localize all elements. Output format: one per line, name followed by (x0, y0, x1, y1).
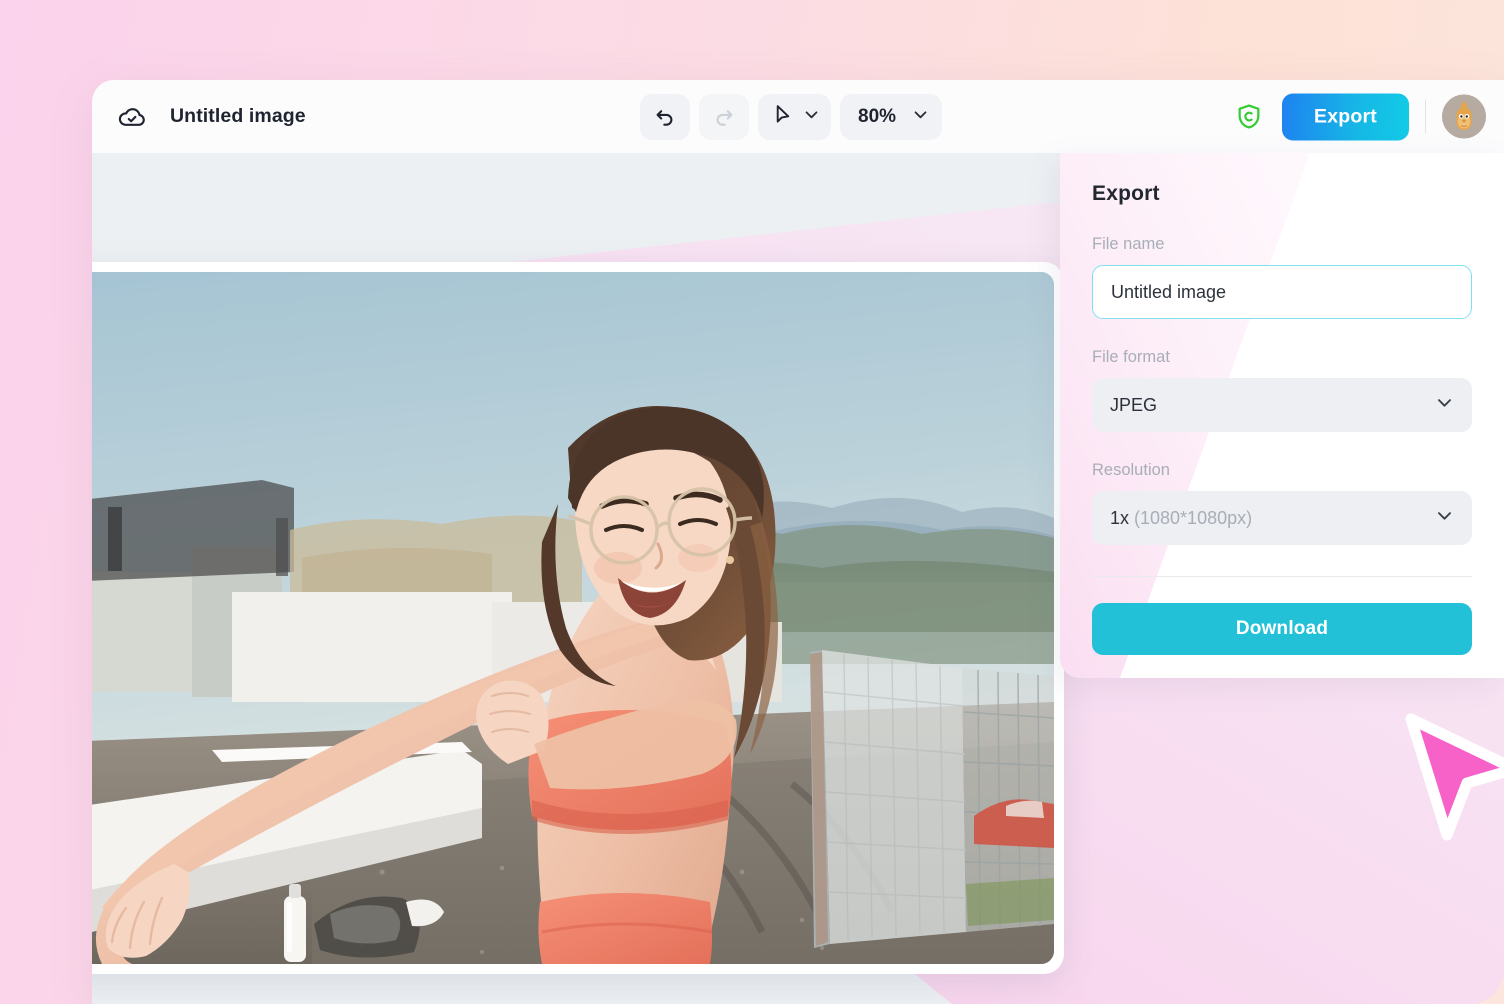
file-format-label: File format (1092, 348, 1170, 366)
file-format-select[interactable]: JPEG (1092, 378, 1472, 432)
file-name-label: File name (1092, 235, 1165, 253)
file-name-input[interactable] (1092, 265, 1472, 319)
resolution-scale: 1x (1110, 507, 1130, 528)
resolution-select[interactable]: 1x (1080*1080px) (1092, 491, 1472, 545)
app-window: Untitled image 80% Export Export File na… (92, 80, 1504, 1004)
chevron-down-icon (803, 106, 820, 128)
photo-preview (92, 272, 1054, 964)
undo-button[interactable] (640, 93, 690, 140)
export-button[interactable]: Export (1282, 93, 1409, 140)
export-panel: Export File name File format JPEG Resolu… (1060, 153, 1504, 678)
header-divider (1425, 99, 1426, 134)
zoom-level-value: 80% (858, 105, 897, 127)
redo-button (699, 93, 749, 140)
resolution-label: Resolution (1092, 461, 1170, 479)
chevron-down-icon (1435, 506, 1454, 530)
pink-pointer-cursor (1403, 713, 1504, 843)
resolution-dimensions: (1080*1080px) (1129, 507, 1253, 528)
cursor-tool-selector[interactable] (758, 93, 831, 140)
zoom-level-selector[interactable]: 80% (840, 93, 942, 140)
export-panel-content: Export File name File format JPEG Resolu… (1060, 153, 1504, 655)
header-actions: Export (1232, 93, 1486, 140)
toolbar: 80% (640, 93, 942, 140)
download-button[interactable]: Download (1092, 603, 1472, 655)
app-header: Untitled image 80% Export (92, 80, 1504, 153)
resolution-value: 1x (1080*1080px) (1110, 508, 1252, 529)
export-panel-title: Export (1092, 182, 1160, 205)
page-root: Untitled image 80% Export Export File na… (0, 0, 1504, 1004)
chevron-down-icon (1435, 393, 1454, 417)
brand-area: Untitled image (111, 96, 306, 138)
image-canvas-card[interactable] (92, 262, 1064, 974)
document-title[interactable]: Untitled image (170, 105, 306, 128)
avatar[interactable] (1442, 94, 1486, 139)
cloud-check-icon[interactable] (111, 96, 153, 138)
file-format-value: JPEG (1110, 394, 1158, 415)
shield-c-icon[interactable] (1232, 100, 1266, 134)
panel-divider (1092, 576, 1472, 577)
chevron-down-icon (912, 106, 929, 128)
cursor-pointer-icon (771, 103, 794, 131)
